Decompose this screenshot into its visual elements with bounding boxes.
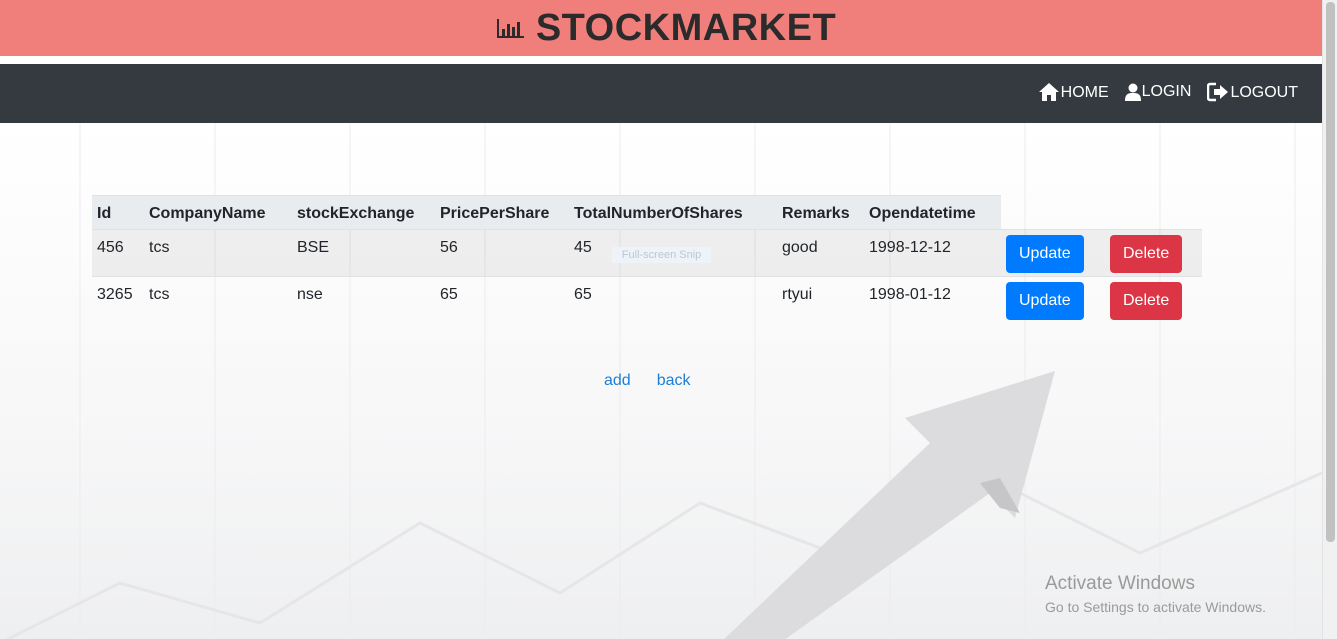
- column-header-opendate: Opendatetime: [864, 195, 1001, 230]
- cell-opendate: 1998-01-12: [869, 286, 951, 303]
- activate-windows-title: Activate Windows: [1045, 573, 1195, 594]
- nav-logout-label: LOGOUT: [1230, 84, 1298, 101]
- column-header-delete: [1105, 196, 1202, 230]
- cell-id: 456: [92, 229, 144, 277]
- delete-button[interactable]: Delete: [1110, 235, 1183, 273]
- table-row: 456 tcs BSE 56 45 Full-screen Snip good 1…: [92, 229, 1202, 277]
- update-button[interactable]: Update: [1006, 282, 1084, 320]
- action-links: add back: [604, 372, 691, 390]
- page: STOCKMARKET HOME LOGIN LOGOUT Id Company…: [0, 0, 1337, 639]
- stock-table-container: Id CompanyName stockExchange PricePerSha…: [92, 195, 1202, 324]
- cell-shares: 65: [574, 286, 592, 303]
- shares-value: 45: [574, 239, 592, 256]
- cell-company: tcs: [149, 286, 170, 303]
- activate-windows-watermark: Activate Windows Go to Settings to activ…: [1045, 573, 1266, 615]
- stock-table: Id CompanyName stockExchange PricePerSha…: [92, 195, 1202, 324]
- cell-price: 56: [435, 229, 569, 277]
- column-header-remarks: Remarks: [777, 195, 864, 230]
- add-link[interactable]: add: [604, 372, 631, 390]
- delete-button[interactable]: Delete: [1110, 282, 1183, 320]
- sign-out-icon: [1207, 82, 1229, 102]
- snip-overlay-label: Full-screen Snip: [611, 247, 712, 263]
- cell-remarks: rtyui: [782, 286, 813, 303]
- cell-company: tcs: [144, 229, 292, 277]
- cell-delete: Delete: [1105, 277, 1202, 324]
- scrollbar-thumb[interactable]: [1326, 2, 1335, 542]
- column-header-id: Id: [92, 195, 144, 230]
- column-header-shares: TotalNumberOfShares: [569, 195, 777, 230]
- back-link[interactable]: back: [657, 372, 691, 390]
- site-title: STOCKMARKET: [535, 6, 837, 49]
- nav-links: HOME LOGIN LOGOUT: [1038, 82, 1298, 102]
- nav-login-label: LOGIN: [1141, 83, 1192, 100]
- column-header-update: [1001, 196, 1105, 230]
- home-icon: [1038, 83, 1059, 101]
- table-header-row: Id CompanyName stockExchange PricePerSha…: [92, 195, 1202, 230]
- cell-shares: 45 Full-screen Snip: [569, 229, 777, 277]
- cell-id: 3265: [97, 286, 133, 303]
- navbar: HOME LOGIN LOGOUT: [0, 64, 1322, 123]
- nav-home-link[interactable]: HOME: [1038, 82, 1109, 102]
- column-header-exchange: stockExchange: [292, 195, 435, 230]
- cell-update: Update: [1001, 277, 1105, 324]
- nav-home-label: HOME: [1060, 84, 1109, 101]
- table-row: 3265 tcs nse 65 65 rtyui 1998-01-12 Upda…: [92, 276, 1202, 324]
- cell-delete: Delete: [1105, 229, 1202, 277]
- bar-chart-icon: [496, 17, 526, 39]
- brand-header: STOCKMARKET: [0, 0, 1322, 56]
- header-divider: [0, 56, 1322, 64]
- cell-exchange: BSE: [292, 229, 435, 277]
- nav-logout-link[interactable]: LOGOUT: [1207, 82, 1298, 102]
- nav-login-link[interactable]: LOGIN: [1124, 83, 1192, 101]
- update-button[interactable]: Update: [1006, 235, 1084, 273]
- user-icon: [1124, 83, 1141, 101]
- cell-update: Update: [1001, 229, 1105, 277]
- cell-price: 65: [440, 286, 458, 303]
- cell-exchange: nse: [297, 286, 323, 303]
- activate-windows-subtitle: Go to Settings to activate Windows.: [1045, 599, 1266, 615]
- cell-remarks: good: [777, 229, 864, 277]
- cell-opendate: 1998-12-12: [864, 229, 1001, 277]
- vertical-scrollbar[interactable]: [1322, 0, 1337, 639]
- column-header-company: CompanyName: [144, 195, 292, 230]
- column-header-price: PricePerShare: [435, 195, 569, 230]
